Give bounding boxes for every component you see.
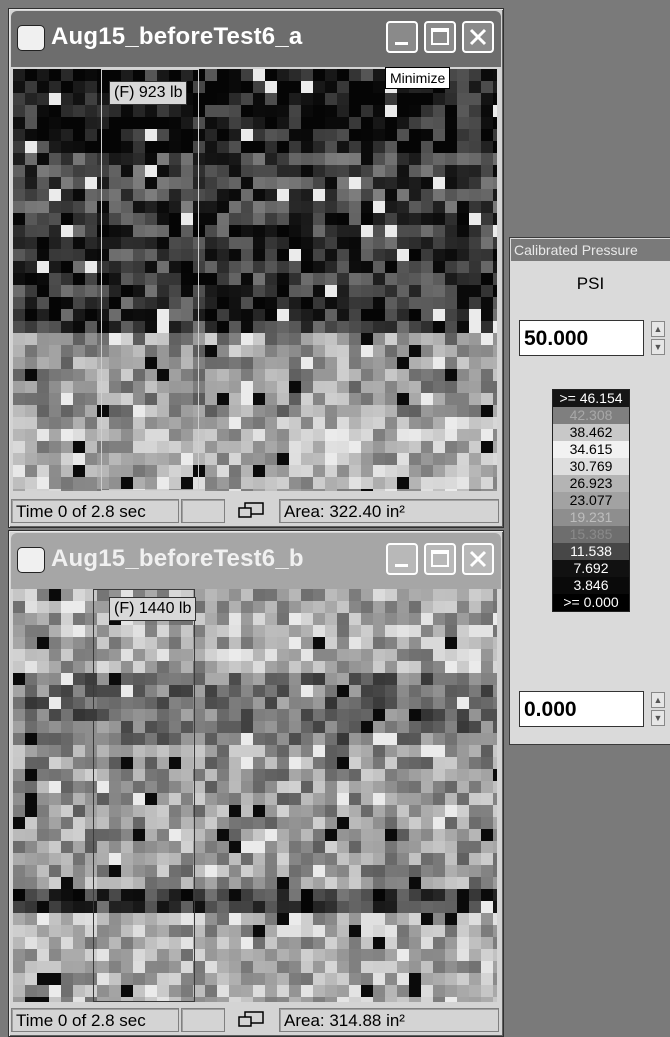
title-bar[interactable]: Aug15_beforeTest6_b <box>11 533 501 589</box>
snapshot-button[interactable] <box>227 499 279 523</box>
snapshot-icon <box>238 502 264 518</box>
legend-row: >= 0.000 <box>553 594 629 611</box>
force-region-box[interactable] <box>101 69 199 491</box>
window-title: Aug15_beforeTest6_b <box>51 545 304 572</box>
color-legend: >= 46.154 42.308 38.462 34.615 30.769 26.923 2… <box>552 389 630 612</box>
pressure-map-canvas[interactable]: (F) 1440 lb <box>13 589 497 1002</box>
legend-row: 42.308 <box>553 407 629 424</box>
legend-row: 30.769 <box>553 458 629 475</box>
force-region-box[interactable] <box>93 589 195 1002</box>
status-bar: Time 0 of 2.8 sec Area: 322.40 in² <box>11 497 501 525</box>
window-title: Aug15_beforeTest6_a <box>51 23 303 50</box>
legend-row: >= 46.154 <box>553 390 629 407</box>
minimize-button[interactable] <box>386 543 418 575</box>
unit-label: PSI <box>576 274 605 293</box>
close-button[interactable] <box>462 543 494 575</box>
snapshot-icon <box>238 1011 264 1027</box>
close-button[interactable] <box>462 21 494 53</box>
maximize-icon <box>431 28 449 45</box>
pressure-map-canvas[interactable]: (F) 923 lb <box>13 69 497 491</box>
legend-row: 7.692 <box>553 560 629 577</box>
panel-title[interactable]: Calibrated Pressure <box>511 239 670 261</box>
max-value-field[interactable]: 50.000 <box>519 320 644 356</box>
maximize-button[interactable] <box>424 543 456 575</box>
force-label: (F) 1440 lb <box>109 597 197 621</box>
legend-row: 19.231 <box>553 509 629 526</box>
window-logo-icon <box>17 25 45 51</box>
window-logo-icon <box>17 547 45 573</box>
calibrated-pressure-panel: Calibrated Pressure PSI 50.000 ▲ ▼ >= 46… <box>509 237 670 745</box>
area-readout: Area: 322.40 in² <box>279 499 499 523</box>
legend-row: 26.923 <box>553 475 629 492</box>
spin-up-icon[interactable]: ▲ <box>651 692 665 708</box>
maximize-icon <box>431 550 449 567</box>
minimize-icon <box>395 42 408 45</box>
area-readout: Area: 314.88 in² <box>279 1008 499 1032</box>
legend-row: 11.538 <box>553 543 629 560</box>
legend-row: 38.462 <box>553 424 629 441</box>
spin-down-icon[interactable]: ▼ <box>651 339 665 355</box>
pressure-window-b: Aug15_beforeTest6_b (F) 1440 lb Time 0 o… <box>8 530 504 1037</box>
title-bar[interactable]: Aug15_beforeTest6_a <box>11 11 501 67</box>
min-value-field[interactable]: 0.000 <box>519 691 644 727</box>
pressure-window-a: Aug15_beforeTest6_a Minimize (F) 923 lb … <box>8 8 504 528</box>
legend-row: 23.077 <box>553 492 629 509</box>
status-blank-cell <box>181 499 225 523</box>
minimize-button[interactable] <box>386 21 418 53</box>
snapshot-button[interactable] <box>227 1008 279 1032</box>
close-icon <box>469 550 487 568</box>
spin-down-icon[interactable]: ▼ <box>651 710 665 726</box>
close-icon <box>469 28 487 46</box>
status-blank-cell <box>181 1008 225 1032</box>
legend-row: 34.615 <box>553 441 629 458</box>
status-bar: Time 0 of 2.8 sec Area: 314.88 in² <box>11 1006 501 1034</box>
min-value-spinner[interactable]: ▲ ▼ <box>651 692 665 726</box>
force-label: (F) 923 lb <box>109 81 188 105</box>
time-readout: Time 0 of 2.8 sec <box>11 1008 179 1032</box>
spin-up-icon[interactable]: ▲ <box>651 321 665 337</box>
minimize-tooltip: Minimize <box>385 67 451 89</box>
legend-row: 3.846 <box>553 577 629 594</box>
maximize-button[interactable] <box>424 21 456 53</box>
minimize-icon <box>395 564 408 567</box>
legend-row: 15.385 <box>553 526 629 543</box>
max-value-spinner[interactable]: ▲ ▼ <box>651 321 665 355</box>
time-readout: Time 0 of 2.8 sec <box>11 499 179 523</box>
